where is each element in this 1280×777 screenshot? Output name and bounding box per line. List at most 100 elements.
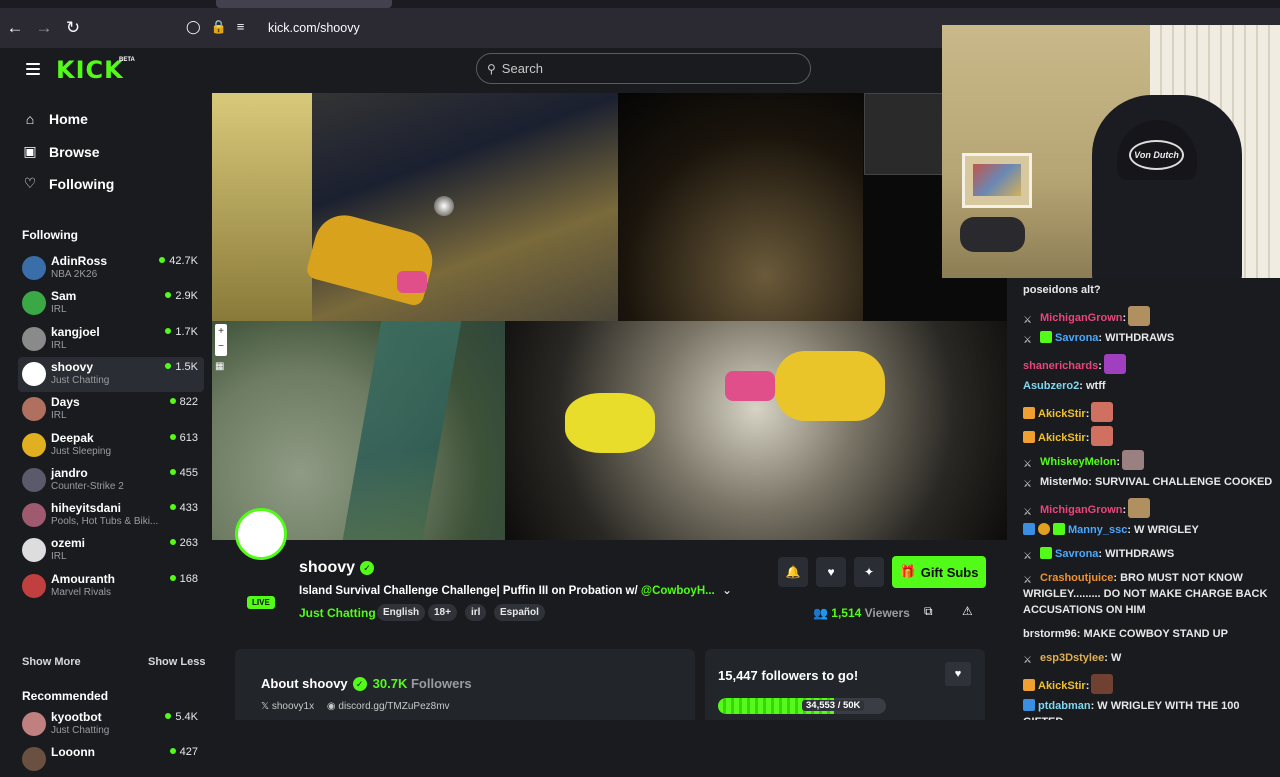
channel-category: Pools, Hot Tubs & Biki... — [51, 516, 159, 528]
chat-text: : SURVIVAL CHALLENGE COOKED — [1088, 476, 1273, 488]
clip-button[interactable]: ✦ — [854, 557, 884, 587]
chat-username[interactable]: MisterMo — [1040, 476, 1088, 488]
following-channel-sam[interactable]: Sam IRL 2.9K — [18, 286, 204, 321]
channel-name: Looonn — [51, 745, 95, 760]
recommended-channel-kyootbot[interactable]: kyootbot Just Chatting 5.4K — [18, 707, 204, 742]
viewer-count-label: Viewers — [861, 606, 910, 620]
stream-title-text: Island Survival Challenge Challenge| Puf… — [299, 585, 641, 597]
x-icon: 𝕏 — [261, 701, 272, 712]
following-channel-ozemi[interactable]: ozemi IRL 263 — [18, 533, 204, 568]
show-more-button[interactable]: Show More — [22, 656, 81, 668]
shield-icon[interactable]: ◯ — [186, 19, 201, 35]
followers-count: 30.7K — [372, 676, 408, 691]
streamer-name[interactable]: shoovy ✓ — [299, 559, 375, 577]
nav-home[interactable]: ⌂ Home — [22, 111, 88, 127]
about-title: About shoovy ✓ 30.7K Followers — [261, 676, 472, 691]
map-layers-icon[interactable]: ▦ — [215, 361, 227, 373]
speaker — [960, 217, 1025, 252]
following-channel-days[interactable]: Days IRL 822 — [18, 392, 204, 427]
chat-username[interactable]: shanerichards — [1023, 360, 1098, 372]
chat-username[interactable]: Savrona — [1055, 548, 1098, 560]
tag-irl[interactable]: irl — [465, 604, 487, 621]
sparkle-icon: ✦ — [863, 565, 875, 579]
nav-browse[interactable]: ▣ Browse — [22, 143, 99, 160]
channel-viewers: 263 — [169, 537, 198, 549]
chat-username[interactable]: Crashoutjuice — [1040, 572, 1113, 584]
channel-avatar — [22, 747, 46, 772]
channel-name: Sam — [51, 289, 77, 304]
back-icon[interactable]: ← — [1, 14, 29, 42]
chat-text: : W — [1104, 652, 1122, 664]
show-less-button[interactable]: Show Less — [148, 656, 205, 668]
gift-subs-button[interactable]: 🎁 Gift Subs — [892, 556, 986, 588]
chevron-down-icon[interactable]: ⌄ — [722, 583, 732, 597]
user-badge-icon — [1053, 523, 1065, 535]
video-player[interactable]: + − ▦ — [212, 93, 1007, 540]
user-badge-icon — [1040, 331, 1052, 343]
title-mention-link[interactable]: @CowboyH... — [641, 585, 715, 597]
chat-username[interactable]: brstorm96 — [1023, 628, 1077, 640]
category-link[interactable]: Just Chatting — [299, 606, 376, 620]
moderator-badge-icon: ⚔ — [1023, 335, 1032, 346]
bell-icon: 🔔 — [785, 565, 801, 579]
x-link[interactable]: shoovy1x — [272, 701, 314, 712]
goal-follow-button[interactable]: ♥ — [945, 662, 971, 686]
nav-following[interactable]: ♡ Following — [22, 175, 115, 192]
chat-message: ⚔ MichiganGrown: — [1023, 306, 1273, 326]
live-badge: LIVE — [247, 596, 275, 609]
following-channel-shoovy[interactable]: shoovy Just Chatting 1.5K — [18, 356, 204, 392]
chat-username[interactable]: Savrona — [1055, 332, 1098, 344]
channel-avatar — [22, 467, 46, 492]
chat-username[interactable]: AkickStir — [1038, 680, 1086, 692]
streamer-avatar[interactable] — [235, 508, 287, 560]
chat-username[interactable]: MichiganGrown — [1040, 504, 1123, 516]
lock-icon[interactable]: 🔒 — [211, 19, 227, 35]
url-bar[interactable]: kick.com/shoovy — [268, 21, 360, 35]
following-channel-hiheyitsdani[interactable]: hiheyitsdani Pools, Hot Tubs & Biki... 433 — [18, 498, 204, 533]
share-icon[interactable]: ⧉ — [924, 604, 933, 619]
following-channel-deepak[interactable]: Deepak Just Sleeping 613 — [18, 428, 204, 463]
search-input[interactable]: ⚲ Search — [476, 53, 811, 84]
menu-icon[interactable] — [26, 63, 40, 75]
channel-name: jandro — [51, 465, 88, 480]
follow-button[interactable]: ♥ — [816, 557, 846, 587]
browser-tab[interactable] — [216, 0, 392, 8]
chat-username[interactable]: AkickStir — [1038, 432, 1086, 444]
chat-username[interactable]: Manny_ssc — [1068, 524, 1127, 536]
reload-icon[interactable]: ↻ — [59, 14, 87, 42]
moderator-badge-icon: ⚔ — [1023, 551, 1032, 562]
chat-username[interactable]: WhiskeyMelon — [1040, 456, 1116, 468]
chat-username[interactable]: esp3Dstylee — [1040, 652, 1104, 664]
channel-category: IRL — [51, 410, 67, 422]
discord-link[interactable]: discord.gg/TMZuPez8mv — [338, 701, 449, 712]
chat-message: shanerichards: — [1023, 354, 1273, 374]
tag-18plus[interactable]: 18+ — [428, 604, 457, 621]
chat-text: : WITHDRAWS — [1098, 332, 1175, 344]
kick-logo[interactable]: KICK — [56, 56, 124, 84]
following-channel-jandro[interactable]: jandro Counter-Strike 2 455 — [18, 463, 204, 498]
chat-username[interactable]: MichiganGrown — [1040, 312, 1123, 324]
recommended-channel-looonn[interactable]: Looonn 427 — [18, 742, 204, 777]
forward-icon[interactable]: → — [30, 14, 58, 42]
notification-bell-button[interactable]: 🔔 — [778, 557, 808, 587]
report-icon[interactable]: ⚠ — [962, 604, 973, 618]
chat-emote — [1128, 306, 1151, 326]
tag-english[interactable]: English — [377, 604, 426, 621]
chat-username[interactable]: Asubzero2 — [1023, 380, 1079, 392]
search-icon: ⚲ — [487, 61, 496, 76]
map-zoom-control[interactable]: + − — [215, 324, 227, 356]
chat-emote — [1103, 354, 1126, 374]
following-channel-kangjoel[interactable]: kangjoel IRL 1.7K — [18, 322, 204, 357]
cap-logo: Von Dutch — [1129, 140, 1184, 170]
channel-category: Just Sleeping — [51, 445, 112, 457]
chat-username[interactable]: AkickStir — [1038, 408, 1086, 420]
permissions-icon[interactable]: ≡ — [237, 19, 245, 35]
stream-title: Island Survival Challenge Challenge| Puf… — [299, 585, 715, 597]
following-channel-amouranth[interactable]: Amouranth Marvel Rivals 168 — [18, 569, 204, 604]
following-channel-adinross[interactable]: AdinRoss NBA 2K26 42.7K — [18, 251, 204, 286]
channel-name: Deepak — [51, 430, 94, 445]
tag-espanol[interactable]: Español — [494, 604, 545, 621]
boat-camera-3 — [505, 321, 1007, 540]
chat-username[interactable]: ptdabman — [1038, 700, 1091, 712]
live-dot-icon — [169, 504, 176, 511]
